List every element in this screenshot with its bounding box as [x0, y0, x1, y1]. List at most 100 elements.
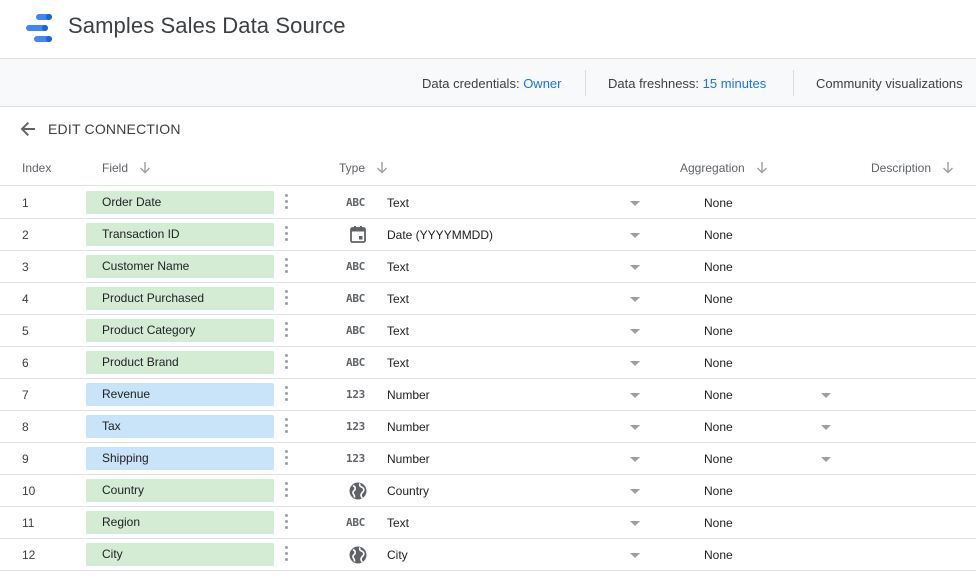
more-vert-icon[interactable]: [282, 514, 290, 532]
table-row: 2 Transaction ID Date (YYYYMMDD) None: [0, 219, 976, 251]
type-dropdown-caret-icon[interactable]: [630, 297, 640, 302]
type-dropdown-caret-icon[interactable]: [630, 457, 640, 462]
type-dropdown-caret-icon[interactable]: [630, 553, 640, 558]
more-vert-icon[interactable]: [282, 226, 290, 244]
row-index: 10: [22, 484, 36, 498]
sort-arrow-down-icon[interactable]: [375, 161, 389, 175]
type-value[interactable]: City: [387, 548, 408, 562]
field-chip[interactable]: Order Date: [86, 191, 274, 214]
column-header-aggregation-label: Aggregation: [680, 161, 745, 175]
table-row: 9 Shipping 123 Number None: [0, 443, 976, 475]
column-header-aggregation[interactable]: Aggregation: [680, 161, 769, 175]
page-title: Samples Sales Data Source: [68, 13, 346, 38]
field-chip[interactable]: Product Brand: [86, 351, 274, 374]
more-vert-icon[interactable]: [282, 482, 290, 500]
text-type-icon: ABC: [346, 321, 372, 341]
row-index: 2: [22, 228, 29, 242]
calendar-icon: [350, 226, 366, 243]
table-row: 10 Country Country None: [0, 475, 976, 507]
info-bar: Data credentials: Owner Data freshness: …: [0, 58, 976, 107]
aggregation-dropdown-caret-icon[interactable]: [821, 457, 831, 462]
type-value[interactable]: Text: [387, 292, 409, 306]
table-row: 11 Region ABC Text None: [0, 507, 976, 539]
type-dropdown-caret-icon[interactable]: [630, 521, 640, 526]
field-chip[interactable]: Product Category: [86, 319, 274, 342]
field-chip[interactable]: City: [86, 543, 274, 566]
column-header-description[interactable]: Description: [871, 161, 955, 175]
type-value[interactable]: Text: [387, 260, 409, 274]
text-type-icon: ABC: [346, 353, 372, 373]
data-credentials-value[interactable]: Owner: [523, 76, 561, 91]
type-value[interactable]: Date (YYYYMMDD): [387, 228, 493, 242]
more-vert-icon[interactable]: [282, 418, 290, 436]
more-vert-icon[interactable]: [282, 546, 290, 564]
type-dropdown-caret-icon[interactable]: [630, 361, 640, 366]
type-value[interactable]: Text: [387, 196, 409, 210]
data-source-editor: Samples Sales Data Source Data credentia…: [0, 0, 976, 584]
community-visualizations[interactable]: Community visualizations: [816, 76, 963, 91]
field-chip[interactable]: Tax: [86, 415, 274, 438]
number-type-glyph: 123: [346, 420, 365, 433]
globe-icon: [349, 546, 367, 564]
type-dropdown-caret-icon[interactable]: [630, 393, 640, 398]
type-dropdown-caret-icon[interactable]: [630, 329, 640, 334]
aggregation-value: None: [704, 548, 733, 562]
text-type-icon: ABC: [346, 257, 372, 277]
more-vert-icon[interactable]: [282, 194, 290, 212]
more-vert-icon[interactable]: [282, 450, 290, 468]
sort-arrow-down-icon[interactable]: [941, 161, 955, 175]
row-index: 9: [22, 452, 29, 466]
type-value[interactable]: Text: [387, 356, 409, 370]
data-freshness[interactable]: Data freshness: 15 minutes: [608, 76, 766, 91]
more-vert-icon[interactable]: [282, 386, 290, 404]
column-header-field[interactable]: Field: [102, 161, 152, 175]
aggregation-value: None: [704, 324, 733, 338]
number-type-icon: 123: [346, 385, 372, 405]
aggregation-value[interactable]: None: [704, 420, 733, 434]
type-value[interactable]: Number: [387, 388, 430, 402]
type-dropdown-caret-icon[interactable]: [630, 201, 640, 206]
field-chip[interactable]: Transaction ID: [86, 223, 274, 246]
type-dropdown-caret-icon[interactable]: [630, 233, 640, 238]
type-dropdown-caret-icon[interactable]: [630, 265, 640, 270]
sort-arrow-down-icon[interactable]: [138, 161, 152, 175]
more-vert-icon[interactable]: [282, 290, 290, 308]
text-type-icon: ABC: [346, 193, 372, 213]
row-index: 8: [22, 420, 29, 434]
more-vert-icon[interactable]: [282, 322, 290, 340]
data-studio-logo-icon: [26, 14, 52, 42]
field-chip[interactable]: Country: [86, 479, 274, 502]
field-chip[interactable]: Customer Name: [86, 255, 274, 278]
aggregation-value: None: [704, 196, 733, 210]
type-value[interactable]: Number: [387, 420, 430, 434]
field-chip[interactable]: Shipping: [86, 447, 274, 470]
row-index: 11: [22, 516, 35, 530]
edit-connection-button[interactable]: EDIT CONNECTION: [18, 118, 181, 140]
number-type-glyph: 123: [346, 388, 365, 401]
aggregation-value[interactable]: None: [704, 452, 733, 466]
column-header-type-label: Type: [339, 161, 366, 175]
type-value[interactable]: Country: [387, 484, 429, 498]
data-freshness-value[interactable]: 15 minutes: [703, 76, 767, 91]
text-type-glyph: ABC: [346, 260, 365, 273]
sort-arrow-down-icon[interactable]: [755, 161, 769, 175]
field-chip[interactable]: Product Purchased: [86, 287, 274, 310]
type-value[interactable]: Number: [387, 452, 430, 466]
column-header-type[interactable]: Type: [339, 161, 389, 175]
field-chip[interactable]: Revenue: [86, 383, 274, 406]
aggregation-value[interactable]: None: [704, 388, 733, 402]
more-vert-icon[interactable]: [282, 258, 290, 276]
field-chip[interactable]: Region: [86, 511, 274, 534]
aggregation-dropdown-caret-icon[interactable]: [821, 425, 831, 430]
more-vert-icon[interactable]: [282, 354, 290, 372]
row-index: 1: [22, 196, 29, 210]
type-dropdown-caret-icon[interactable]: [630, 489, 640, 494]
data-credentials[interactable]: Data credentials: Owner: [422, 76, 561, 91]
table-row: 8 Tax 123 Number None: [0, 411, 976, 443]
aggregation-dropdown-caret-icon[interactable]: [821, 393, 831, 398]
row-index: 7: [22, 388, 29, 402]
type-value[interactable]: Text: [387, 516, 409, 530]
type-dropdown-caret-icon[interactable]: [630, 425, 640, 430]
type-value[interactable]: Text: [387, 324, 409, 338]
number-type-icon: 123: [346, 449, 372, 469]
